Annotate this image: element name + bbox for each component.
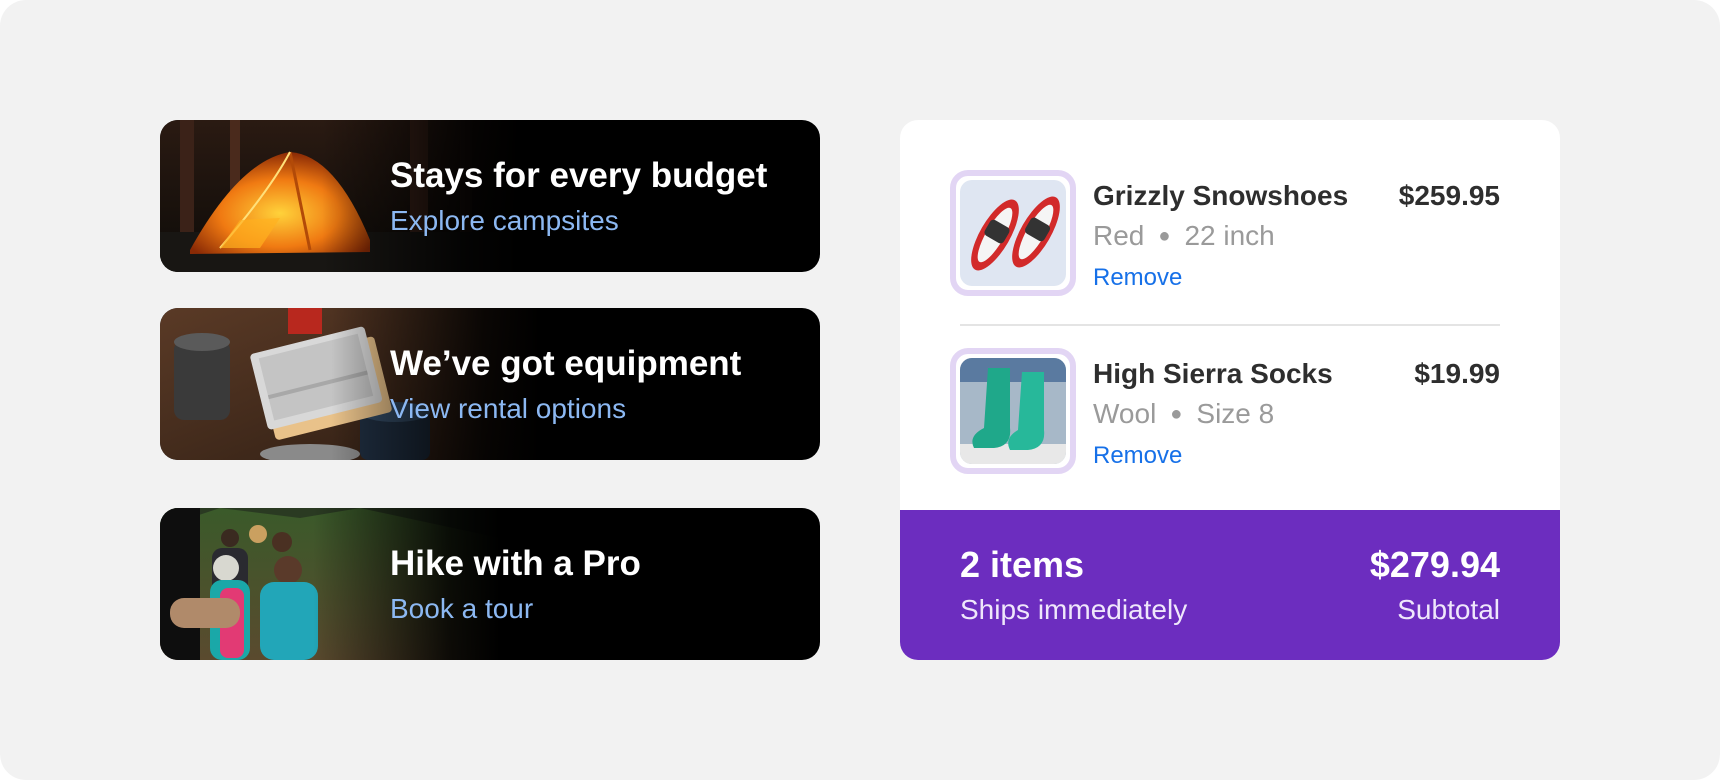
cart-item: Grizzly Snowshoes $259.95 Red ● 22 inch Re… — [950, 170, 1500, 296]
socks-thumbnail[interactable] — [950, 348, 1076, 474]
item-size: Size 8 — [1196, 398, 1275, 429]
shipping-status: Ships immediately — [960, 594, 1188, 625]
promo-card-campsites[interactable]: Stays for every budget Explore campsites — [160, 120, 820, 272]
item-price: $259.95 — [1398, 180, 1500, 211]
item-price: $19.99 — [1414, 358, 1500, 389]
promo-card-hike[interactable]: Hike with a Pro Book a tour — [160, 508, 820, 660]
item-material: Wool — [1093, 398, 1157, 429]
item-count: 2 items — [960, 544, 1085, 585]
promo-title: Stays for every budget — [390, 156, 768, 195]
item-name: High Sierra Socks — [1093, 358, 1333, 389]
separator-dot: ● — [1158, 225, 1171, 247]
item-name: Grizzly Snowshoes — [1093, 180, 1349, 211]
item-options: Red ● 22 inch — [1093, 220, 1275, 252]
subtotal-amount: $279.94 — [1369, 544, 1500, 585]
item-options: Wool ● Size 8 — [1093, 398, 1274, 430]
promo-title: Hike with a Pro — [390, 544, 641, 583]
view-rental-options-link[interactable]: View rental options — [390, 392, 741, 426]
item-size: 22 inch — [1184, 220, 1275, 251]
remove-socks-button[interactable]: Remove — [1093, 442, 1182, 470]
remove-snowshoes-button[interactable]: Remove — [1093, 264, 1182, 292]
snowshoes-thumbnail[interactable] — [950, 170, 1076, 296]
promo-text-hike: Hike with a Pro Book a tour — [390, 544, 641, 626]
promo-text-equipment: We’ve got equipment View rental options — [390, 344, 741, 426]
promo-title: We’ve got equipment — [390, 344, 742, 383]
book-a-tour-link[interactable]: Book a tour — [390, 592, 641, 626]
page-background: Stays for every budget Explore campsites — [0, 0, 1720, 780]
cart-item: High Sierra Socks $19.99 Wool ● Size 8 Rem… — [950, 348, 1500, 474]
promo-text-campsites: Stays for every budget Explore campsites — [390, 156, 767, 238]
subtotal-label: Subtotal — [1397, 594, 1500, 625]
separator-dot: ● — [1170, 403, 1183, 425]
shopping-cart: Grizzly Snowshoes $259.95 Red ● 22 inch Re… — [900, 120, 1560, 660]
cart-summary: 2 items Ships immediately $279.94 Subtot… — [900, 510, 1560, 660]
explore-campsites-link[interactable]: Explore campsites — [390, 204, 767, 238]
item-color: Red — [1093, 220, 1145, 251]
promo-card-equipment[interactable]: We’ve got equipment View rental options — [160, 308, 820, 460]
item-divider — [960, 324, 1500, 326]
